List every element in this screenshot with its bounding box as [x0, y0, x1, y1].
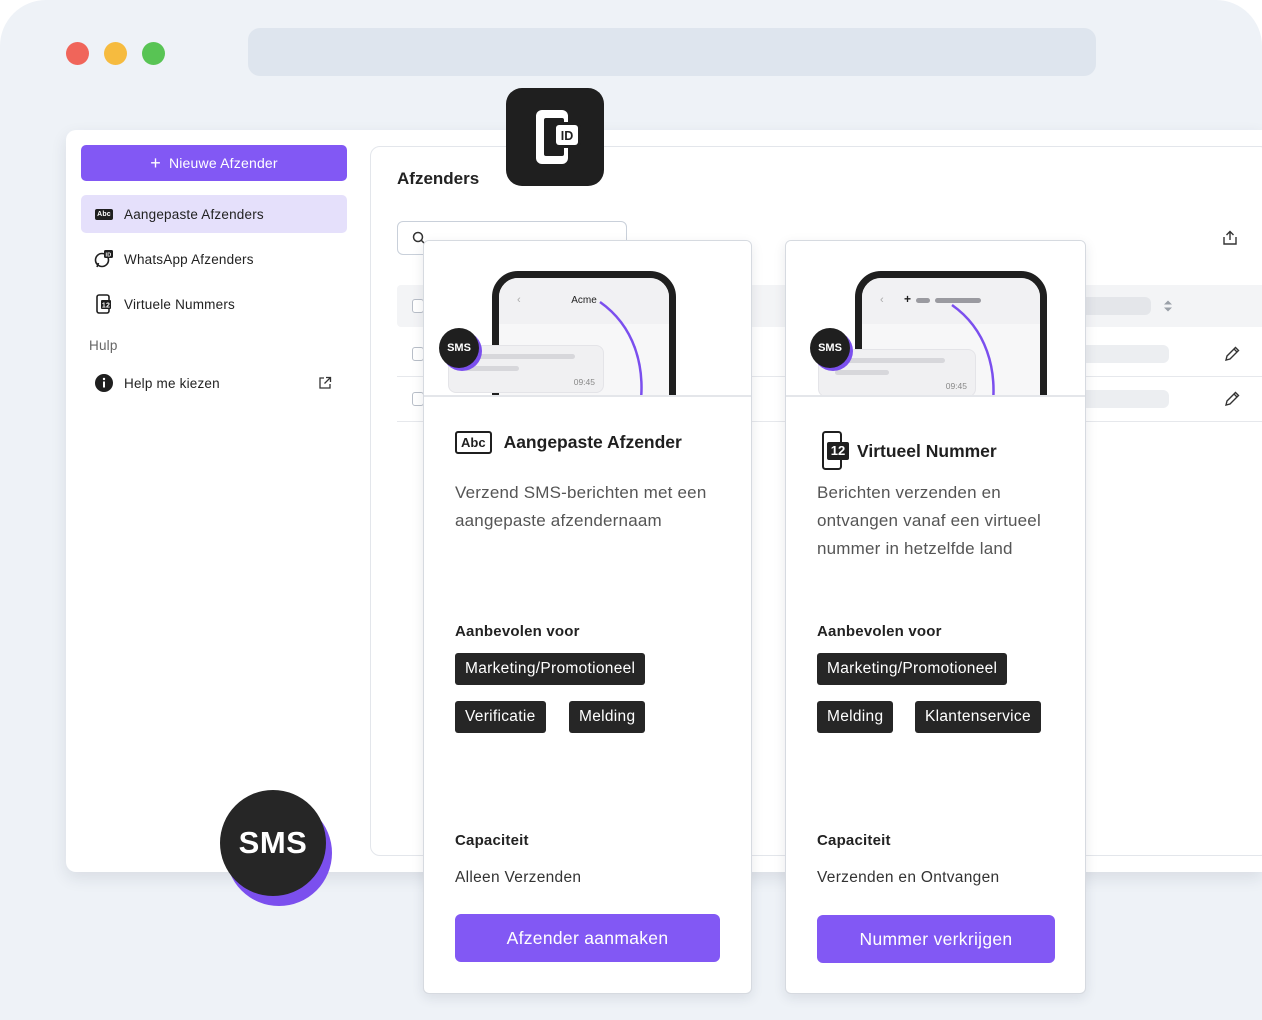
virtual-number-digits: 12	[830, 443, 846, 458]
curved-arrow-icon	[599, 300, 643, 395]
sidebar-item-label: Aangepaste Afzenders	[124, 206, 264, 222]
plus-icon: +	[150, 153, 161, 173]
export-icon[interactable]	[1221, 229, 1239, 252]
tag-verification: Verificatie	[455, 701, 546, 733]
sidebar-item-custom-senders[interactable]: Abc Aangepaste Afzenders	[81, 195, 347, 233]
capacity-heading: Capaciteit	[455, 832, 529, 849]
recommended-heading: Aanbevolen voor	[817, 623, 942, 640]
svg-text:ID: ID	[106, 252, 112, 258]
number-placeholder-dot	[916, 298, 930, 303]
virtual-number-icon: 12	[94, 294, 114, 314]
capacity-value: Alleen Verzenden	[455, 869, 582, 886]
phone-illustration: ‹ + 09:45 SMS	[786, 241, 1085, 397]
sidebar-item-label: Help me kiezen	[124, 375, 220, 391]
tag-notification: Melding	[569, 701, 646, 733]
get-number-button[interactable]: Nummer verkrijgen	[817, 915, 1055, 963]
external-link-icon[interactable]	[318, 376, 332, 395]
address-bar[interactable]	[248, 28, 1096, 76]
curved-arrow-icon	[951, 303, 995, 395]
whatsapp-id-icon: ID	[94, 249, 114, 269]
back-chevron-icon: ‹	[880, 294, 884, 306]
page-title: Afzenders	[397, 169, 480, 188]
window-maximize-dot[interactable]	[142, 42, 165, 65]
abc-icon: Abc	[455, 431, 492, 454]
browser-frame: + Nieuwe Afzender Abc Aangepaste Afzende…	[0, 0, 1262, 1020]
plus-icon: +	[904, 292, 912, 306]
capacity-value: Verzenden en Ontvangen	[817, 869, 1000, 886]
edit-icon[interactable]	[1223, 390, 1241, 413]
create-sender-button[interactable]: Afzender aanmaken	[455, 914, 720, 962]
sort-icon[interactable]	[1163, 299, 1173, 318]
capacity-heading: Capaciteit	[817, 832, 891, 849]
sidebar-item-virtual-numbers[interactable]: 12 Virtuele Nummers	[81, 285, 347, 323]
svg-text:12: 12	[102, 303, 110, 310]
window-minimize-dot[interactable]	[104, 42, 127, 65]
message-time: 09:45	[573, 377, 595, 387]
sidebar-item-label: Virtuele Nummers	[124, 296, 235, 312]
card-description: Verzend SMS-berichten met een aangepaste…	[455, 483, 707, 530]
card-title: Abc Aangepaste Afzender	[455, 431, 682, 454]
phone-illustration: ‹ Acme 09:45 SMS	[424, 241, 751, 397]
svg-text:ID: ID	[561, 129, 574, 143]
tag-customer-service: Klantenservice	[915, 701, 1041, 733]
sidebar-item-whatsapp-senders[interactable]: ID WhatsApp Afzenders	[81, 240, 347, 278]
sms-logo-badge: SMS	[220, 790, 326, 896]
tag-marketing: Marketing/Promotioneel	[455, 653, 646, 685]
new-sender-label: Nieuwe Afzender	[168, 155, 278, 171]
info-icon	[94, 373, 114, 393]
sms-badge: SMS	[439, 328, 479, 368]
tag-notification: Melding	[817, 701, 894, 733]
recommended-heading: Aanbevolen voor	[455, 623, 580, 640]
sidebar-item-label: WhatsApp Afzenders	[124, 251, 254, 267]
card-title-text: Aangepaste Afzender	[503, 432, 682, 452]
help-heading: Hulp	[89, 338, 118, 353]
edit-icon[interactable]	[1223, 345, 1241, 368]
abc-icon: Abc	[95, 208, 113, 220]
tag-marketing: Marketing/Promotioneel	[817, 653, 1008, 685]
new-sender-button[interactable]: + Nieuwe Afzender	[81, 145, 347, 181]
virtual-number-card: ‹ + 09:45 SMS 12 Virtueel Nummer Bericht…	[785, 240, 1086, 994]
window-close-dot[interactable]	[66, 42, 89, 65]
virtual-number-icon: 12	[817, 431, 851, 471]
custom-sender-card: ‹ Acme 09:45 SMS Abc Aangepaste Afzender…	[423, 240, 752, 994]
card-title-text: Virtueel Nummer	[857, 440, 997, 461]
card-description: Berichten verzenden en ontvangen vanaf e…	[817, 483, 1041, 558]
sidebar-item-help-choose[interactable]: Help me kiezen	[81, 364, 347, 402]
sms-badge: SMS	[810, 328, 850, 368]
card-title: 12 Virtueel Nummer	[817, 431, 997, 471]
sender-id-app-icon: ID	[506, 88, 604, 186]
